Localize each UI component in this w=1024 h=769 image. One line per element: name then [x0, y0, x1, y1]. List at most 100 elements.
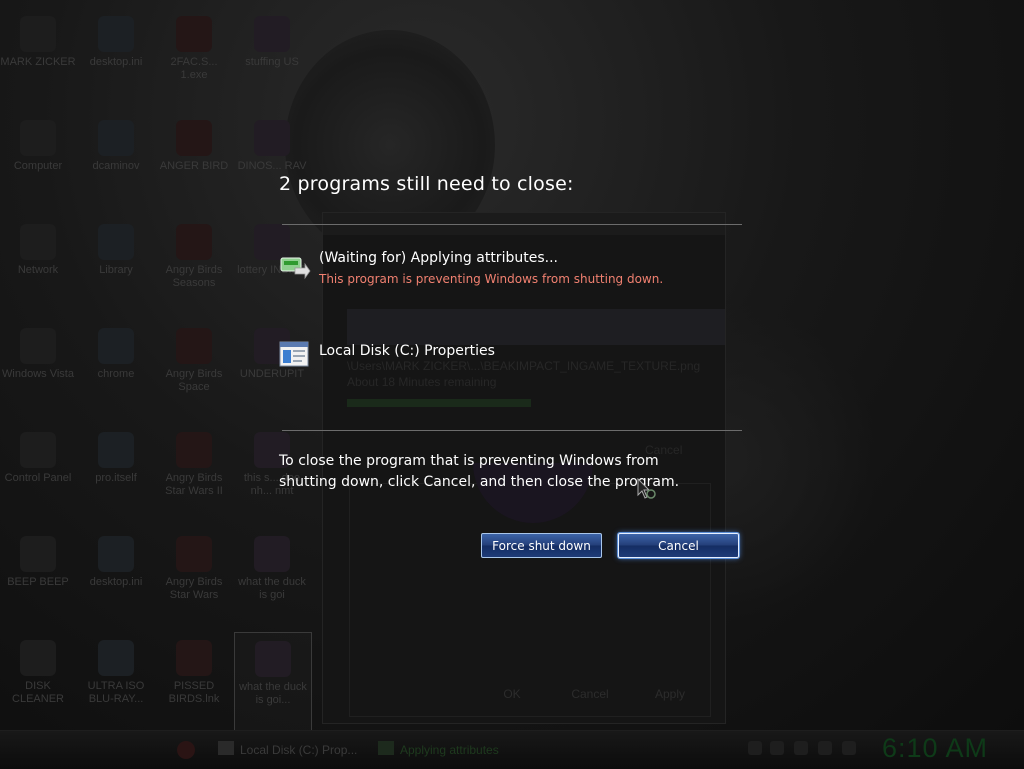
- program-status: This program is preventing Windows from …: [319, 272, 664, 286]
- taskbar-button-applying[interactable]: Applying attributes: [374, 735, 524, 765]
- tray-icon[interactable]: [770, 741, 784, 755]
- desktop-icon-label: MARK ZICKER: [0, 56, 76, 68]
- tray-icon[interactable]: [794, 741, 808, 755]
- start-orb-icon[interactable]: [172, 735, 200, 765]
- folder-icon: [218, 741, 234, 755]
- desktop-icon[interactable]: Network: [0, 216, 76, 316]
- desktop-icon[interactable]: 2FAC.S... 1.exe: [156, 8, 232, 108]
- volume-icon[interactable]: [842, 741, 856, 755]
- desktop-icon[interactable]: BEEP BEEP: [0, 528, 76, 628]
- shortcut-icon: [254, 16, 290, 52]
- desktop-icon-label: Angry Birds Star Wars: [165, 576, 223, 601]
- desktop-icon[interactable]: what the duck is goi...: [234, 632, 312, 734]
- shortcut-icon: [254, 120, 290, 156]
- background-window-apply: Apply: [654, 687, 686, 701]
- desktop-icon[interactable]: Angry Birds Seasons: [156, 216, 232, 316]
- file-transfer-icon: [378, 741, 394, 755]
- desktop-icon[interactable]: chrome: [78, 320, 154, 420]
- taskbar-button-properties[interactable]: Local Disk (C:) Prop...: [214, 735, 364, 765]
- shortcut-icon: [254, 536, 290, 572]
- shortcut-icon: [176, 432, 212, 468]
- desktop-icon-label: ANGER BIRD: [159, 160, 229, 172]
- desktop-icon-label: DINOS... RAV: [237, 160, 307, 172]
- desktop-icon[interactable]: desktop.ini: [78, 8, 154, 108]
- desktop-icon[interactable]: DISK CLEANER: [0, 632, 76, 732]
- program-item: (Waiting for) Applying attributes... Thi…: [279, 250, 739, 292]
- desktop-icon-label: Angry Birds Space: [165, 368, 223, 393]
- desktop-icon-label: desktop.ini: [89, 56, 143, 68]
- desktop-icon[interactable]: Control Panel: [0, 424, 76, 524]
- desktop-icon-label: Angry Birds Seasons: [165, 264, 223, 289]
- shortcut-icon: [20, 640, 56, 676]
- busy-cursor-icon: [637, 477, 661, 502]
- shortcut-icon: [255, 641, 291, 677]
- desktop-icon-label: Control Panel: [4, 472, 72, 484]
- desktop-icon[interactable]: Angry Birds Star Wars II: [156, 424, 232, 524]
- desktop-icon-label: Library: [99, 264, 133, 276]
- shortcut-icon: [98, 536, 134, 572]
- desktop-icon[interactable]: desktop.ini: [78, 528, 154, 628]
- background-window-remaining: About 18 Minutes remaining: [347, 375, 497, 389]
- shortcut-icon: [176, 120, 212, 156]
- program-name: Local Disk (C:) Properties: [319, 343, 495, 359]
- background-window-cancel-button: Cancel: [571, 687, 609, 701]
- background-window-ok: OK: [503, 687, 521, 701]
- program-name: (Waiting for) Applying attributes...: [319, 250, 558, 266]
- desktop-icon-label: what the duck is goi: [238, 576, 306, 601]
- shortcut-icon: [98, 224, 134, 260]
- desktop-icon[interactable]: Library: [78, 216, 154, 316]
- desktop-icon[interactable]: Computer: [0, 112, 76, 212]
- desktop-icon-label: BEEP BEEP: [7, 576, 69, 588]
- desktop-icon[interactable]: stuffing US: [234, 8, 310, 108]
- desktop-icon-label: 2FAC.S... 1.exe: [170, 56, 218, 81]
- shortcut-icon: [98, 120, 134, 156]
- shortcut-icon: [176, 16, 212, 52]
- file-transfer-icon: [279, 250, 311, 280]
- shortcut-icon: [176, 640, 212, 676]
- taskbar-label: Applying attributes: [400, 743, 499, 757]
- taskbar: Local Disk (C:) Prop... Applying attribu…: [0, 730, 1024, 769]
- clock[interactable]: 6:10 AM: [882, 733, 988, 764]
- desktop-icon-label: ULTRA ISO BLU-RAY...: [87, 680, 145, 705]
- shortcut-icon: [98, 432, 134, 468]
- tray-icon[interactable]: [748, 741, 762, 755]
- background-window-progress: [347, 399, 531, 407]
- desktop-icon-label: stuffing US: [245, 56, 299, 68]
- force-shut-down-button[interactable]: Force shut down: [481, 533, 602, 558]
- shortcut-icon: [98, 640, 134, 676]
- desktop-icon-label: Angry Birds Star Wars II: [165, 472, 223, 497]
- desktop-icon[interactable]: Angry Birds Space: [156, 320, 232, 420]
- program-item: Local Disk (C:) Properties: [279, 341, 739, 371]
- desktop-icon[interactable]: pro.itself: [78, 424, 154, 524]
- shortcut-icon: [20, 16, 56, 52]
- desktop-icon-label: DISK CLEANER: [12, 680, 64, 705]
- desktop-icon-label: Network: [17, 264, 59, 276]
- background-window-highlight: [347, 309, 725, 345]
- cancel-button[interactable]: Cancel: [618, 533, 739, 558]
- top-divider: [282, 224, 742, 225]
- desktop-icon-label: desktop.ini: [89, 576, 143, 588]
- desktop-icon[interactable]: DINOS... RAV: [234, 112, 310, 212]
- desktop-icon[interactable]: what the duck is goi: [234, 528, 310, 628]
- shortcut-icon: [20, 224, 56, 260]
- desktop-icon[interactable]: Windows Vista: [0, 320, 76, 420]
- instructions-text: To close the program that is preventing …: [279, 453, 680, 490]
- network-icon[interactable]: [818, 741, 832, 755]
- shortcut-icon: [20, 536, 56, 572]
- shortcut-icon: [176, 328, 212, 364]
- desktop-icon[interactable]: dcaminov: [78, 112, 154, 212]
- desktop-icon-label: PISSED BIRDS.lnk: [168, 680, 220, 705]
- shortcut-icon: [20, 120, 56, 156]
- shortcut-icon: [20, 432, 56, 468]
- bottom-divider: [282, 430, 742, 431]
- desktop-icon[interactable]: MARK ZICKER: [0, 8, 76, 108]
- shortcut-icon: [98, 16, 134, 52]
- desktop-icon-label: chrome: [97, 368, 135, 380]
- desktop-icon-label: Computer: [13, 160, 63, 172]
- shortcut-icon: [20, 328, 56, 364]
- desktop-icon-label: pro.itself: [95, 472, 137, 484]
- desktop-icon[interactable]: Angry Birds Star Wars: [156, 528, 232, 628]
- desktop-icon[interactable]: PISSED BIRDS.lnk: [156, 632, 232, 732]
- desktop-icon[interactable]: ULTRA ISO BLU-RAY...: [78, 632, 154, 732]
- desktop-icon[interactable]: ANGER BIRD: [156, 112, 232, 212]
